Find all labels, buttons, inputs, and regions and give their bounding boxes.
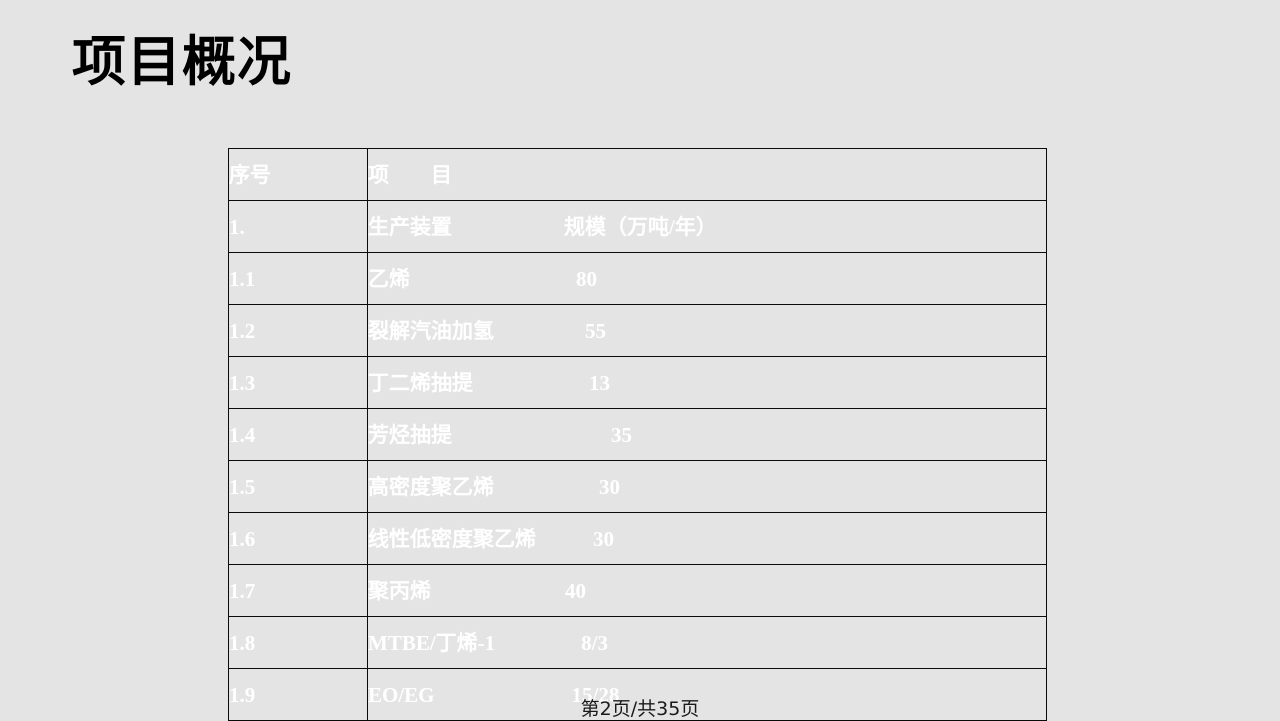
row-no: 1.8 bbox=[228, 616, 368, 669]
table-body: 序号 项 目 1. 生产装置 规模（万吨/年） 1.1 乙烯 80 1.2 裂解… bbox=[228, 148, 1047, 721]
row-no: 1.4 bbox=[228, 408, 368, 461]
row-no: 1.5 bbox=[228, 460, 368, 513]
row-item-label: 生产装置 bbox=[368, 214, 452, 239]
row-no: 1.1 bbox=[228, 252, 368, 305]
row-item-value: 80 bbox=[576, 266, 597, 291]
row-item-value: 规模（万吨/年） bbox=[564, 214, 717, 239]
header-cell-item: 项 目 bbox=[367, 148, 1047, 201]
table-row: 1.2 裂解汽油加氢 55 bbox=[228, 304, 1047, 357]
row-no: 1.3 bbox=[228, 356, 368, 409]
row-item-label: MTBE/丁烯-1 bbox=[368, 630, 496, 655]
row-no: 1.7 bbox=[228, 564, 368, 617]
row-item: MTBE/丁烯-1 8/3 bbox=[367, 616, 1047, 669]
row-no: 1.6 bbox=[228, 512, 368, 565]
table-row: 1.6 线性低密度聚乙烯 30 bbox=[228, 512, 1047, 565]
row-item: 生产装置 规模（万吨/年） bbox=[367, 200, 1047, 253]
row-item: 裂解汽油加氢 55 bbox=[367, 304, 1047, 357]
row-item-label: 聚丙烯 bbox=[368, 578, 431, 603]
table-row: 1. 生产装置 规模（万吨/年） bbox=[228, 200, 1047, 253]
table-row: 1.3 丁二烯抽提 13 bbox=[228, 356, 1047, 409]
row-item-label: 芳烃抽提 bbox=[368, 422, 452, 447]
row-item-value: 35 bbox=[611, 422, 632, 447]
row-item: 丁二烯抽提 13 bbox=[367, 356, 1047, 409]
row-item-label: 乙烯 bbox=[368, 266, 410, 291]
table-header-row: 序号 项 目 bbox=[228, 148, 1047, 201]
table-row: 1.5 高密度聚乙烯 30 bbox=[228, 460, 1047, 513]
row-item-value: 55 bbox=[585, 318, 606, 343]
row-item-value: 30 bbox=[599, 474, 620, 499]
table-row: 1.4 芳烃抽提 35 bbox=[228, 408, 1047, 461]
table-row: 1.8 MTBE/丁烯-1 8/3 bbox=[228, 616, 1047, 669]
row-item: 高密度聚乙烯 30 bbox=[367, 460, 1047, 513]
row-item-value: 30 bbox=[593, 526, 614, 551]
header-cell-no: 序号 bbox=[228, 148, 368, 201]
table-row-highlighted: 1.1 乙烯 80 bbox=[228, 252, 1047, 305]
page-title: 项目概况 bbox=[72, 30, 292, 93]
row-item: 线性低密度聚乙烯 30 bbox=[367, 512, 1047, 565]
row-no: 1.2 bbox=[228, 304, 368, 357]
row-item-value: 40 bbox=[565, 578, 586, 603]
row-item: 聚丙烯 40 bbox=[367, 564, 1047, 617]
row-item: 芳烃抽提 35 bbox=[367, 408, 1047, 461]
row-no: 1. bbox=[228, 200, 368, 253]
row-item: 乙烯 80 bbox=[367, 252, 1047, 305]
row-item-label: 丁二烯抽提 bbox=[368, 370, 473, 395]
row-item-value: 13 bbox=[589, 370, 610, 395]
row-item-value: 8/3 bbox=[581, 630, 609, 655]
row-item-label: 高密度聚乙烯 bbox=[368, 474, 494, 499]
slide-canvas: 项目概况 序号 项 目 1. 生产装置 规模（万吨/年） 1.1 乙烯 80 1… bbox=[0, 0, 1280, 721]
table-row: 1.7 聚丙烯 40 bbox=[228, 564, 1047, 617]
row-item-label: 裂解汽油加氢 bbox=[368, 318, 494, 343]
row-item-label: 线性低密度聚乙烯 bbox=[368, 526, 536, 551]
page-number-footer: 第2页/共35页 bbox=[580, 698, 700, 720]
project-overview-table: 序号 项 目 1. 生产装置 规模（万吨/年） 1.1 乙烯 80 1.2 裂解… bbox=[228, 148, 1047, 721]
